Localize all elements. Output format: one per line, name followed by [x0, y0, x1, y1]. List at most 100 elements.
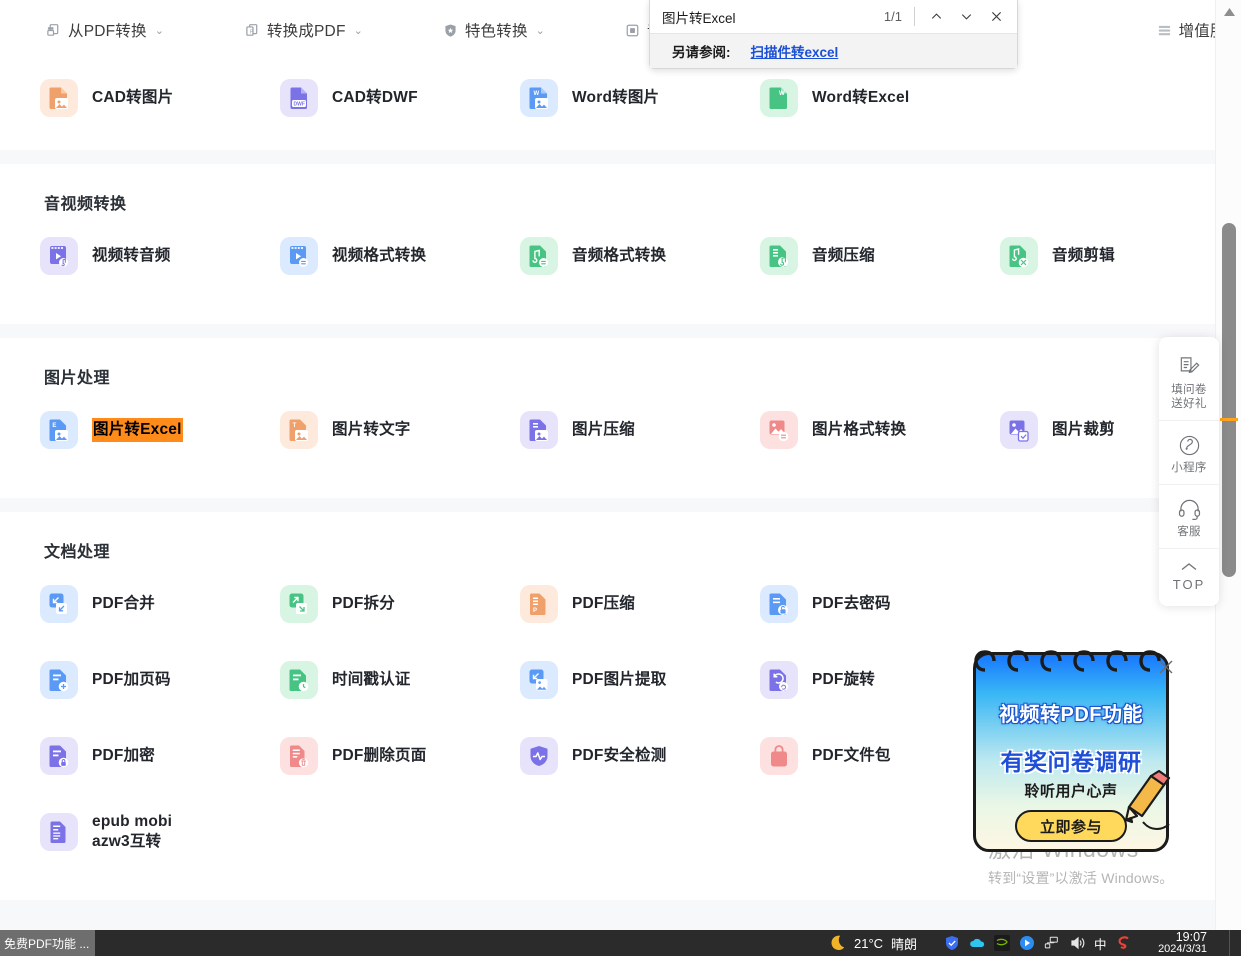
- taskbar-app-button[interactable]: 免费PDF功能 ...: [0, 930, 95, 956]
- find-in-page-bar: 图片转Excel 1/1 另请参阅: 扫描件转excel: [649, 0, 1018, 69]
- section-cad-row: CAD转图片 DWF CAD转DWF W Word转图片 WE Word转Exc…: [0, 60, 1215, 150]
- tool-image-format-convert[interactable]: 图片格式转换: [760, 392, 1000, 468]
- dock-item-customer-service[interactable]: 客服: [1159, 484, 1219, 548]
- tool-ebook-convert[interactable]: epub mobi azw3互转: [40, 794, 280, 870]
- tool-label: CAD转图片: [92, 89, 174, 107]
- tool-pdf-encrypt[interactable]: PDF加密: [40, 718, 280, 794]
- svg-text:W: W: [534, 91, 540, 97]
- tool-audio-compress[interactable]: 音频压缩: [760, 218, 1000, 294]
- sogou-input-icon[interactable]: [1116, 935, 1132, 951]
- taskbar-weather-text: 晴朗: [891, 936, 918, 952]
- dock-item-miniprogram[interactable]: 小程序: [1159, 420, 1219, 484]
- tool-pdf-rotate[interactable]: PDF旋转: [760, 642, 1000, 718]
- scroll-up-arrow-icon[interactable]: [1216, 2, 1241, 22]
- tool-pdf-remove-password[interactable]: PDF去密码: [760, 566, 1000, 642]
- tool-image-to-text[interactable]: T 图片转文字: [280, 392, 520, 468]
- chevron-down-icon[interactable]: ⌄: [354, 24, 363, 37]
- svg-text:T: T: [293, 423, 297, 429]
- chevron-down-icon[interactable]: ⌄: [536, 24, 545, 37]
- taskbar-weather-widget[interactable]: 21°C 晴朗: [828, 934, 917, 953]
- tool-video-format-convert[interactable]: 视频格式转换: [280, 218, 520, 294]
- shield-pulse-icon: [520, 737, 558, 775]
- tool-label: PDF安全检测: [572, 747, 667, 765]
- promo-cta-button[interactable]: 立即参与: [1015, 810, 1127, 842]
- onedrive-cloud-icon[interactable]: [969, 935, 985, 951]
- tool-label: PDF旋转: [812, 671, 876, 689]
- scrollbar-match-tick: [1220, 418, 1238, 421]
- find-previous-button[interactable]: [921, 4, 951, 30]
- img-swap-icon: [760, 411, 798, 449]
- chevron-up-icon: [1179, 560, 1199, 574]
- nav-item-from-pdf[interactable]: 从PDF转换 ⌄: [46, 19, 164, 41]
- ebook-icon: [40, 813, 78, 851]
- close-icon[interactable]: [1157, 658, 1175, 676]
- tool-label: 视频转音频: [92, 247, 171, 265]
- tool-word-to-excel[interactable]: WE Word转Excel: [760, 60, 1000, 136]
- tool-timestamp-certify[interactable]: 时间戳认证: [280, 642, 520, 718]
- tool-pdf-security-check[interactable]: PDF安全检测: [520, 718, 760, 794]
- img-e-doc-icon: E: [40, 411, 78, 449]
- network-icon[interactable]: [1044, 935, 1060, 951]
- dock-label: 客服: [1177, 526, 1201, 539]
- promo-popup[interactable]: 视频转PDF功能 有奖问卷调研 聆听用户心声 立即参与: [973, 650, 1173, 852]
- pagenum-icon: [40, 661, 78, 699]
- nav-item-to-pdf[interactable]: P 转换成PDF ⌄: [245, 19, 363, 41]
- tool-pdf-merge[interactable]: PDF合并: [40, 566, 280, 642]
- find-close-button[interactable]: [981, 4, 1011, 30]
- shield-security-icon[interactable]: [944, 935, 960, 951]
- img-zip-icon: [520, 411, 558, 449]
- tool-label-highlighted: 图片转Excel: [92, 418, 183, 442]
- find-input[interactable]: 图片转Excel: [662, 7, 884, 27]
- tool-label: 视频格式转换: [332, 247, 427, 265]
- tool-pdf-add-page-number[interactable]: PDF加页码: [40, 642, 280, 718]
- see-also-link[interactable]: 扫描件转excel: [751, 41, 839, 61]
- scrollbar-thumb[interactable]: [1222, 223, 1236, 577]
- nav-item-featured[interactable]: 特色转换 ⌄: [443, 19, 545, 41]
- see-also-label: 另请参阅:: [672, 45, 731, 60]
- dock-item-survey[interactable]: 填问卷 送好礼: [1159, 343, 1219, 420]
- top-navigation-bar: 从PDF转换 ⌄ P 转换成PDF ⌄ 特色转换 ⌄ 音视频转换 ⌄: [0, 0, 1241, 60]
- taskbar-time: 19:07: [1175, 930, 1207, 945]
- tool-label: 图片裁剪: [1052, 421, 1115, 439]
- volume-icon[interactable]: [1069, 935, 1085, 951]
- tool-cad-to-image[interactable]: CAD转图片: [40, 60, 280, 136]
- tool-label: CAD转DWF: [332, 89, 418, 107]
- section-image-process: 图片处理 E 图片转Excel T 图片转文字 图片压缩 图片格式转换 图片裁剪: [0, 338, 1215, 498]
- tool-audio-trim[interactable]: 音频剪辑: [1000, 218, 1215, 294]
- find-match-count: 1/1: [883, 9, 902, 24]
- find-see-also-row: 另请参阅: 扫描件转excel: [650, 33, 1017, 68]
- find-input-row: 图片转Excel 1/1: [650, 0, 1017, 33]
- tool-pdf-compress[interactable]: P PDF压缩: [520, 566, 760, 642]
- svg-text:E: E: [52, 423, 56, 429]
- tool-cad-to-dwf[interactable]: DWF CAD转DWF: [280, 60, 520, 136]
- nvidia-icon[interactable]: [994, 935, 1010, 951]
- tool-pdf-delete-pages[interactable]: PDF删除页面: [280, 718, 520, 794]
- tool-pdf-split[interactable]: PDF拆分: [280, 566, 520, 642]
- tool-image-to-excel[interactable]: E 图片转Excel: [40, 392, 280, 468]
- tool-image-compress[interactable]: 图片压缩: [520, 392, 760, 468]
- tool-video-to-audio[interactable]: 视频转音频: [40, 218, 280, 294]
- chevron-down-icon[interactable]: ⌄: [155, 24, 164, 37]
- notebook-rings-icon: [974, 650, 1161, 672]
- w-e-doc-icon: WE: [760, 79, 798, 117]
- media-player-icon[interactable]: [1019, 935, 1035, 951]
- ime-indicator[interactable]: 中: [1094, 934, 1107, 953]
- dock-label: 填问卷 送好礼: [1171, 384, 1207, 411]
- tool-label: PDF文件包: [812, 747, 891, 765]
- show-desktop-button[interactable]: [1229, 930, 1241, 956]
- taskbar-clock[interactable]: 19:07 2024/3/31: [1158, 931, 1207, 955]
- tool-word-to-image[interactable]: W Word转图片: [520, 60, 760, 136]
- tool-label: 图片压缩: [572, 421, 635, 439]
- tool-audio-format-convert[interactable]: 音频格式转换: [520, 218, 760, 294]
- dock-label: 小程序: [1171, 462, 1207, 475]
- tool-pdf-image-extract[interactable]: PDF图片提取: [520, 642, 760, 718]
- video-audio-icon: [40, 237, 78, 275]
- tool-label: PDF压缩: [572, 595, 636, 613]
- nav-label: 特色转换: [464, 23, 528, 40]
- tool-label: Word转图片: [572, 89, 660, 107]
- section-av-convert: 音视频转换 视频转音频 视频格式转换 音频格式转换 音频压缩 音频剪辑: [0, 164, 1215, 324]
- tool-pdf-portfolio[interactable]: PDF文件包: [760, 718, 1000, 794]
- media-icon: [625, 23, 640, 38]
- dock-item-back-to-top[interactable]: TOP: [1159, 548, 1219, 602]
- find-next-button[interactable]: [951, 4, 981, 30]
